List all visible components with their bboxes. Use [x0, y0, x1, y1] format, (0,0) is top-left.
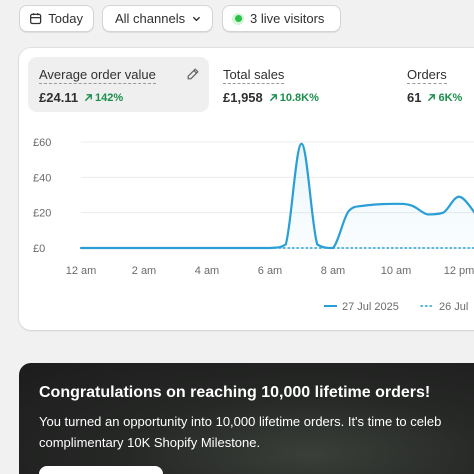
banner-line-2: complimentary 10K Shopify Milestone. [39, 435, 261, 450]
x-tick-label: 4 am [195, 265, 219, 277]
legend-label-previous: 26 Jul [439, 301, 468, 313]
banner-action-button[interactable] [39, 466, 163, 474]
chevron-down-icon [193, 16, 200, 21]
line-chart: £0 £20 £40 £60 12 am 2 am 4 am 6 am 8 am 10 am 12… [33, 137, 474, 313]
banner-line-1: You turned an opportunity into 10,000 li… [39, 414, 442, 429]
calendar-icon [30, 13, 42, 25]
y-tick-label: £60 [33, 137, 51, 149]
milestone-banner: Congratulations on reaching 10,000 lifet… [19, 363, 474, 474]
analytics-card: Average order value £24.11 142% Total sa… [19, 48, 474, 330]
y-tick-label: £40 [33, 172, 51, 184]
date-range-button[interactable]: Today [19, 5, 94, 32]
channels-dropdown[interactable]: All channels [102, 5, 213, 32]
x-tick-label: 8 am [321, 265, 345, 277]
legend-label-current: 27 Jul 2025 [342, 301, 399, 313]
x-tick-label: 10 am [381, 265, 412, 277]
banner-title: Congratulations on reaching 10,000 lifet… [39, 384, 431, 401]
x-tick-label: 12 pm [444, 265, 474, 277]
x-tick-label: 12 am [66, 265, 97, 277]
y-tick-label: £20 [33, 208, 51, 220]
live-visitors-label: 3 live visitors [250, 11, 325, 26]
live-visitors-button[interactable]: 3 live visitors [222, 5, 341, 32]
date-range-label: Today [48, 11, 83, 26]
y-tick-label: £0 [33, 243, 45, 255]
x-tick-label: 6 am [258, 265, 282, 277]
x-tick-label: 2 am [132, 265, 156, 277]
series-area-current [81, 143, 474, 248]
live-indicator-icon [232, 12, 244, 25]
channels-label: All channels [115, 11, 186, 26]
banner-text: You turned an opportunity into 10,000 li… [39, 411, 474, 453]
